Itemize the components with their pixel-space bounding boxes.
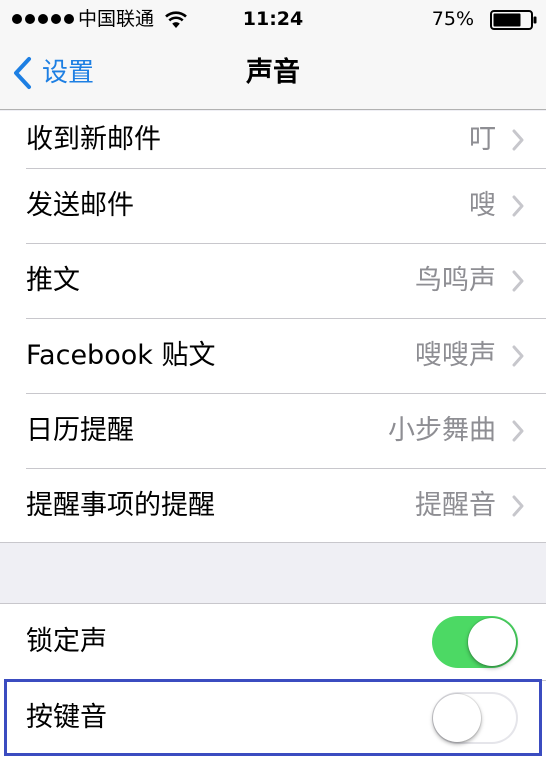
- list-item-lock-sounds: 锁定声: [0, 604, 546, 680]
- row-value: 提醒音: [415, 489, 496, 521]
- status-bar: 中国联通 11:24 75%: [0, 0, 546, 38]
- list-item-tweet[interactable]: 推文 鸟鸣声: [0, 243, 546, 318]
- row-value: 叮: [469, 123, 496, 155]
- row-value: 小步舞曲: [388, 414, 496, 446]
- lock-sounds-toggle[interactable]: [432, 616, 518, 668]
- sound-list: 收到新邮件 叮 发送邮件 嗖 推文 鸟鸣声 Facebook 贴文 嗖嗖声 日历…: [0, 111, 546, 543]
- list-item-facebook-post[interactable]: Facebook 贴文 嗖嗖声: [0, 318, 546, 393]
- row-label: 提醒事项的提醒: [26, 489, 215, 521]
- list-item-keyboard-clicks: 按键音: [0, 680, 546, 756]
- chevron-right-icon: [512, 420, 524, 441]
- list-item-sent-mail[interactable]: 发送邮件 嗖: [0, 168, 546, 243]
- battery-icon: [490, 10, 537, 30]
- row-label: 收到新邮件: [26, 123, 161, 155]
- list-item-calendar-alerts[interactable]: 日历提醒 小步舞曲: [0, 393, 546, 468]
- row-label: 发送邮件: [26, 189, 134, 221]
- list-item-new-mail[interactable]: 收到新邮件 叮: [0, 111, 546, 168]
- row-label: 按键音: [26, 702, 107, 733]
- row-value: 嗖嗖声: [415, 339, 496, 371]
- list-item-reminder-alerts[interactable]: 提醒事项的提醒 提醒音: [0, 468, 546, 543]
- row-label: 推文: [26, 264, 80, 296]
- row-value: 鸟鸣声: [415, 264, 496, 296]
- sounds-settings-screen: 中国联通 11:24 75% 设置 声音 收到新邮件 叮 发送邮件 嗖 推文 鸟…: [0, 0, 546, 758]
- chevron-right-icon: [512, 495, 524, 516]
- toggle-knob: [433, 694, 481, 742]
- keyboard-clicks-toggle[interactable]: [432, 692, 518, 744]
- chevron-right-icon: [512, 345, 524, 366]
- chevron-right-icon: [512, 270, 524, 291]
- chevron-right-icon: [512, 129, 524, 150]
- toggle-list: 锁定声 按键音: [0, 603, 546, 758]
- battery-percent: 75%: [431, 8, 474, 30]
- row-label: 日历提醒: [26, 414, 134, 446]
- toggle-knob: [468, 618, 516, 666]
- row-label: 锁定声: [26, 626, 107, 657]
- navigation-bar: 设置 声音: [0, 38, 546, 110]
- row-label: Facebook 贴文: [26, 339, 216, 371]
- page-title: 声音: [246, 57, 300, 88]
- chevron-right-icon: [512, 195, 524, 216]
- row-value: 嗖: [469, 189, 496, 221]
